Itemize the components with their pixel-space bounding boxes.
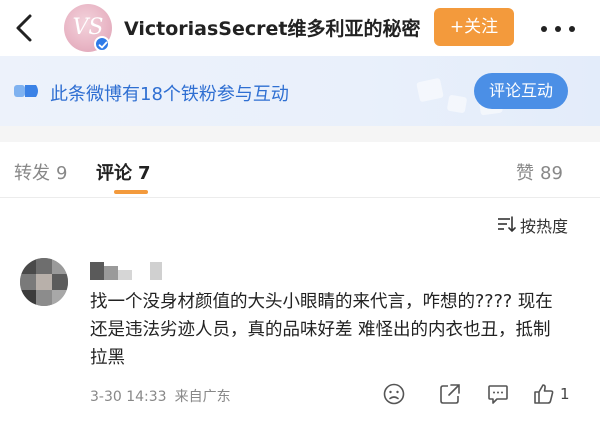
fan-interaction-banner: 此条微博有18个铁粉参与互动 评论互动 bbox=[0, 56, 600, 126]
commenter-name-pixelated[interactable] bbox=[90, 258, 164, 280]
tab-divider bbox=[0, 197, 600, 198]
follow-button[interactable]: +关注 bbox=[434, 8, 514, 46]
active-tab-indicator bbox=[114, 190, 148, 194]
verified-badge-icon bbox=[94, 36, 110, 52]
tab-comment-label: 评论 bbox=[96, 163, 132, 184]
banner-text: 此条微博有18个铁粉参与互动 bbox=[50, 84, 289, 105]
commenter-avatar[interactable] bbox=[20, 258, 68, 306]
tab-repost-count: 9 bbox=[56, 163, 68, 184]
section-divider bbox=[0, 126, 600, 142]
tab-comment-count: 7 bbox=[138, 163, 151, 184]
like-icon[interactable] bbox=[532, 382, 556, 406]
comment-like-count: 1 bbox=[560, 385, 570, 403]
tab-like-label: 赞 bbox=[516, 163, 534, 184]
tab-like[interactable]: 赞 89 bbox=[516, 159, 563, 185]
share-icon[interactable] bbox=[438, 382, 462, 406]
comment-meta: 3-30 14:33 来自广东 bbox=[90, 386, 231, 406]
comment-text: 找一个没身材颜值的大头小眼睛的来代言，咋想的???? 现在还是违法劣迹人员，真的… bbox=[90, 292, 553, 368]
tab-bar: 转发 9 评论 7 赞 89 bbox=[0, 142, 600, 198]
back-button[interactable] bbox=[10, 12, 40, 44]
tab-comment[interactable]: 评论 7 bbox=[96, 159, 151, 185]
top-bar: VS VictoriasSecret维多利亚的秘密 +关注 bbox=[0, 0, 600, 56]
account-name[interactable]: VictoriasSecret维多利亚的秘密 bbox=[124, 14, 420, 41]
comment-icon[interactable] bbox=[486, 382, 510, 406]
comment-interact-button[interactable]: 评论互动 bbox=[474, 73, 568, 109]
tab-repost[interactable]: 转发 9 bbox=[14, 159, 67, 185]
more-options-button[interactable] bbox=[538, 14, 578, 42]
fan-interaction-icon bbox=[14, 85, 38, 97]
tab-like-count: 89 bbox=[540, 163, 563, 184]
comment-location: 来自广东 bbox=[174, 389, 231, 405]
sort-icon bbox=[498, 216, 516, 233]
sort-label: 按热度 bbox=[520, 217, 569, 236]
back-arrow-icon bbox=[16, 14, 32, 42]
emoji-icon[interactable] bbox=[382, 382, 406, 406]
comment-date: 3-30 14:33 bbox=[90, 389, 167, 405]
tab-repost-label: 转发 bbox=[14, 163, 50, 184]
